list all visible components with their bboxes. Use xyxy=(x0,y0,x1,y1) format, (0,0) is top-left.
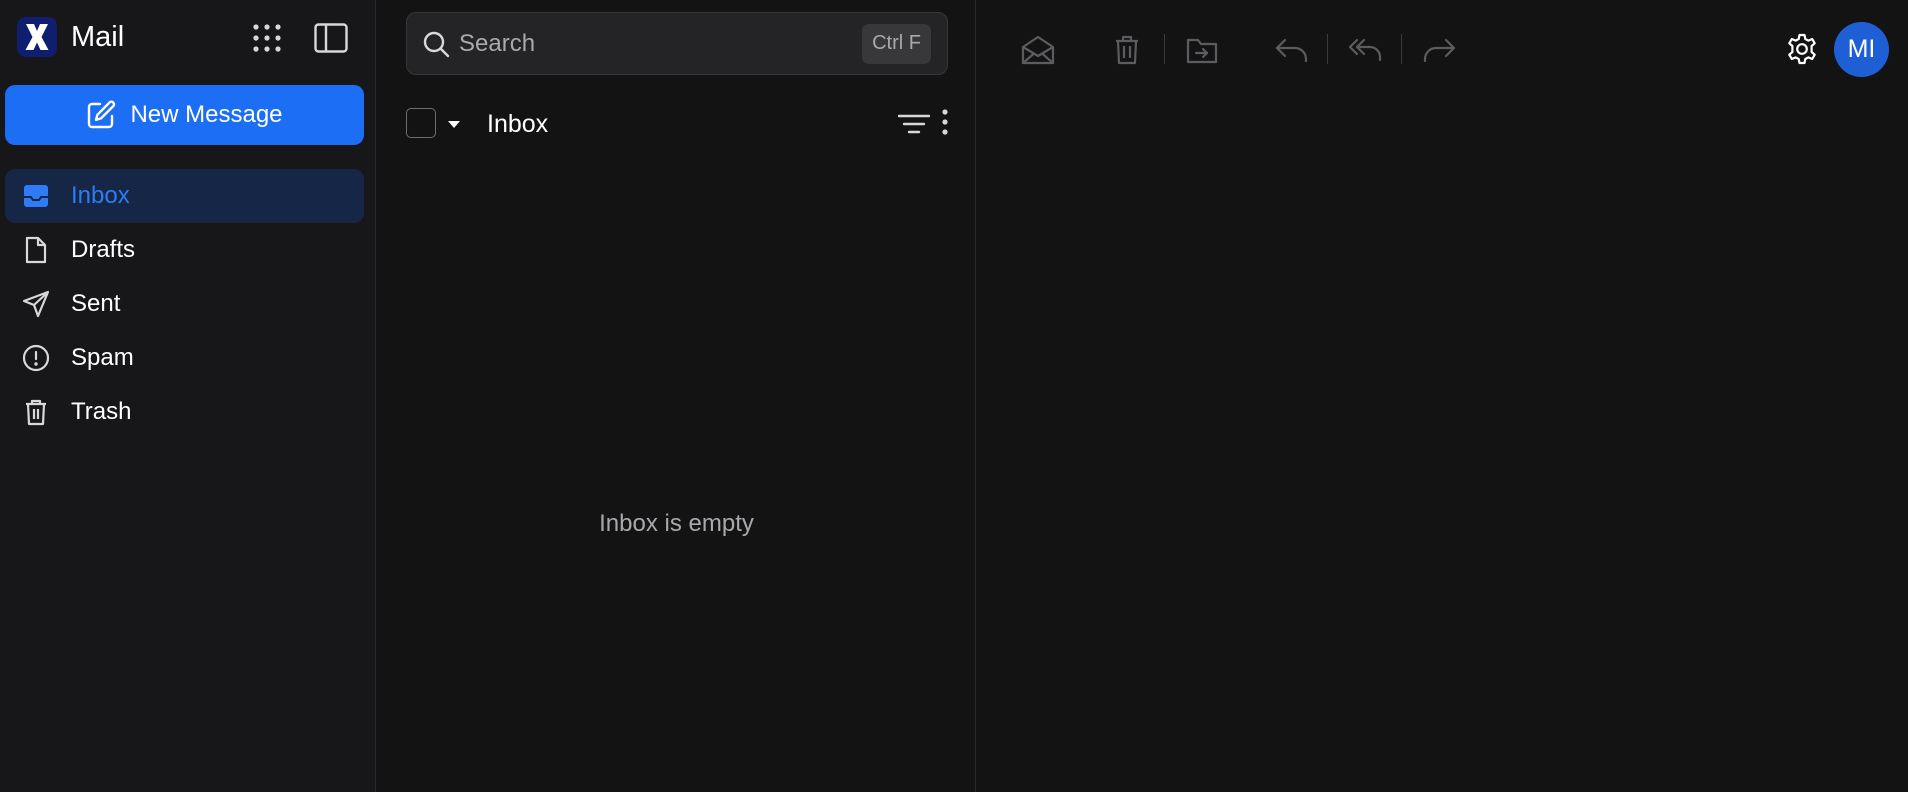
sidebar-item-label: Sent xyxy=(71,290,121,317)
new-message-button[interactable]: New Message xyxy=(5,85,364,145)
sidebar-item-inbox[interactable]: Inbox xyxy=(5,169,364,223)
brand: Mail xyxy=(17,17,124,57)
sidebar-item-label: Drafts xyxy=(71,236,136,263)
sidebar: Mail New Message Inbox Drafts Sent Spam … xyxy=(0,0,376,792)
empty-state-message: Inbox is empty xyxy=(599,510,754,537)
list-header: Inbox xyxy=(406,108,948,140)
sidebar-toggle-icon[interactable] xyxy=(312,19,350,57)
search-shortcut-badge: Ctrl F xyxy=(862,23,931,64)
toolbar-divider xyxy=(1164,34,1165,64)
app-name: Mail xyxy=(71,20,125,53)
user-avatar[interactable]: MI xyxy=(1834,22,1889,77)
select-all-checkbox[interactable] xyxy=(406,108,436,138)
delete-icon[interactable] xyxy=(1107,30,1147,70)
toolbar-divider xyxy=(1401,34,1402,64)
sidebar-item-label: Inbox xyxy=(71,182,130,209)
search-input[interactable] xyxy=(459,29,863,58)
sidebar-item-trash[interactable]: Trash xyxy=(5,385,364,439)
sidebar-item-sent[interactable]: Sent xyxy=(5,277,364,331)
file-icon xyxy=(21,235,51,265)
send-icon xyxy=(21,289,51,319)
reading-pane xyxy=(977,0,1908,792)
mark-read-icon[interactable] xyxy=(1018,30,1058,70)
settings-gear-icon[interactable] xyxy=(1782,29,1822,69)
message-list-pane: Ctrl F Inbox Inbox is empty xyxy=(377,0,976,792)
toolbar-divider xyxy=(1327,34,1328,64)
search-icon xyxy=(421,29,451,59)
sidebar-item-label: Trash xyxy=(71,398,132,425)
list-title: Inbox xyxy=(487,110,549,138)
move-to-folder-icon[interactable] xyxy=(1182,30,1222,70)
more-options-icon[interactable] xyxy=(941,108,949,141)
folder-nav: Inbox Drafts Sent Spam Trash xyxy=(5,169,364,439)
trash-icon xyxy=(21,397,51,427)
sidebar-item-drafts[interactable]: Drafts xyxy=(5,223,364,277)
reply-icon[interactable] xyxy=(1272,30,1312,70)
inbox-icon xyxy=(21,181,51,211)
compose-icon xyxy=(88,100,116,129)
new-message-label: New Message xyxy=(130,101,283,128)
alert-circle-icon xyxy=(21,343,51,373)
select-options-caret-icon[interactable] xyxy=(447,116,461,134)
sidebar-item-spam[interactable]: Spam xyxy=(5,331,364,385)
reply-all-icon[interactable] xyxy=(1345,30,1385,70)
apps-grid-icon[interactable] xyxy=(248,19,286,57)
app-logo[interactable] xyxy=(17,17,57,57)
filter-icon[interactable] xyxy=(897,112,931,141)
logo-x-icon xyxy=(25,24,49,50)
search-bar: Ctrl F xyxy=(406,12,948,75)
forward-icon[interactable] xyxy=(1419,30,1459,70)
sidebar-item-label: Spam xyxy=(71,344,134,371)
